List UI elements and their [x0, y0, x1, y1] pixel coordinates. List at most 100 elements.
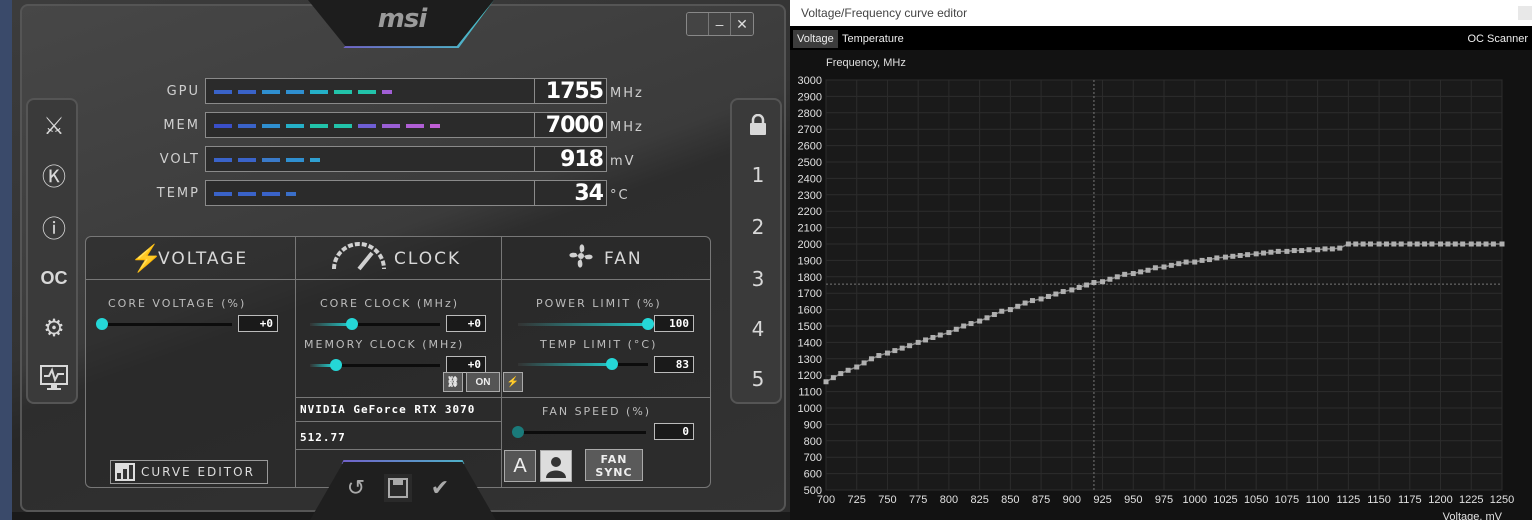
- apply-icon[interactable]: ✔: [426, 474, 454, 502]
- vf-curve-point: [1452, 241, 1458, 247]
- core-voltage-slider[interactable]: [102, 323, 232, 326]
- power-limit-knob[interactable]: [642, 318, 654, 330]
- x-tick-label: 900: [1063, 494, 1081, 506]
- core-clock-knob[interactable]: [346, 318, 358, 330]
- tab-temperature[interactable]: Temperature: [838, 30, 908, 48]
- vf-curve-point: [1176, 261, 1182, 267]
- vf-curve-point: [845, 367, 851, 373]
- kombustor-icon[interactable]: ⚔: [36, 108, 72, 144]
- monitor-value: 1755: [535, 78, 607, 104]
- left-sidebar: ⚔ Ⓚ ⓘ OC ⚙: [26, 98, 78, 404]
- close-button[interactable]: [1518, 6, 1532, 20]
- y-tick-label: 2100: [798, 223, 822, 235]
- y-tick-label: 2200: [798, 206, 822, 218]
- vf-curve-point: [915, 339, 921, 345]
- info-icon[interactable]: ⓘ: [36, 208, 72, 244]
- vf-curve-point: [823, 379, 829, 385]
- vf-curve-point: [892, 348, 898, 354]
- link-icon[interactable]: ⛓: [443, 372, 463, 392]
- vf-curve-point: [937, 332, 943, 338]
- lock-icon[interactable]: [738, 108, 778, 142]
- y-tick-label: 1800: [798, 272, 822, 284]
- tab-voltage[interactable]: Voltage: [793, 30, 838, 48]
- save-icon[interactable]: [384, 474, 412, 502]
- power-limit-slider[interactable]: [518, 323, 652, 326]
- vf-curve-point: [1468, 241, 1474, 247]
- vf-curve-point: [953, 326, 959, 332]
- fan-sync-line2: SYNC: [595, 466, 633, 479]
- monitor-segment: [382, 124, 400, 128]
- k-boost-icon[interactable]: Ⓚ: [36, 156, 72, 192]
- core-voltage-knob[interactable]: [96, 318, 108, 330]
- vf-curve-chart[interactable]: 5006007008009001000110012001300140015001…: [790, 50, 1532, 520]
- temp-limit-slider[interactable]: [614, 363, 648, 366]
- afterburner-window: msi – ✕ ⚔ Ⓚ ⓘ OC ⚙ 1 2 3 4 5 GPU 1755 MH…: [12, 0, 790, 520]
- speedometer-icon: [330, 241, 388, 278]
- user-fan-icon[interactable]: [540, 450, 572, 482]
- profile-5-button[interactable]: 5: [738, 362, 778, 396]
- fan-sync-button[interactable]: FAN SYNC: [585, 449, 643, 481]
- fan-sync-line1: FAN: [600, 453, 628, 466]
- link-on-toggle[interactable]: ON: [466, 372, 500, 392]
- vf-curve-point: [1199, 257, 1205, 263]
- vf-curve-point: [1091, 280, 1097, 286]
- monitoring-icon[interactable]: [36, 360, 72, 396]
- vf-curve-point: [1084, 282, 1090, 288]
- settings-gear-icon[interactable]: ⚙: [36, 310, 72, 346]
- tab-oc-scanner[interactable]: OC Scanner: [1463, 30, 1532, 48]
- monitor-segment: [358, 124, 376, 128]
- y-tick-label: 1000: [798, 403, 822, 415]
- profile-3-button[interactable]: 3: [738, 262, 778, 296]
- vf-curve-point: [1130, 271, 1136, 277]
- core-clock-input[interactable]: +0: [446, 315, 486, 332]
- curve-editor-icon: [115, 463, 135, 481]
- y-tick-label: 2700: [798, 124, 822, 136]
- fan-speed-slider[interactable]: [518, 431, 646, 434]
- memory-clock-input[interactable]: +0: [446, 356, 486, 373]
- vf-curve-point: [1183, 259, 1189, 265]
- y-tick-label: 2600: [798, 141, 822, 153]
- fan-speed-label: FAN SPEED (%): [542, 405, 652, 418]
- x-tick-label: 975: [1155, 494, 1173, 506]
- monitor-unit: MHz: [610, 86, 644, 101]
- profile-2-button[interactable]: 2: [738, 210, 778, 244]
- memory-clock-knob[interactable]: [330, 359, 342, 371]
- memory-clock-label: MEMORY CLOCK (MHz): [304, 338, 465, 351]
- core-clock-slider[interactable]: [350, 323, 440, 326]
- fan-auto-button[interactable]: A: [504, 450, 536, 482]
- close-button[interactable]: ✕: [731, 13, 753, 35]
- oc-scanner-icon[interactable]: OC: [36, 260, 72, 296]
- lightning-small-icon[interactable]: ⚡: [503, 372, 523, 392]
- monitor-segment: [286, 192, 296, 196]
- vf-curve-point: [1245, 252, 1251, 258]
- memory-clock-slider[interactable]: [332, 364, 440, 367]
- vf-curve-point: [1476, 241, 1482, 247]
- temp-limit-input[interactable]: 83: [654, 356, 694, 373]
- fan-title: FAN: [604, 249, 643, 269]
- profile-1-button[interactable]: 1: [738, 158, 778, 192]
- curve-editor-button[interactable]: CURVE EDITOR: [110, 460, 268, 484]
- fan-speed-input[interactable]: 0: [654, 423, 694, 440]
- y-tick-label: 2800: [798, 108, 822, 120]
- minimize-button[interactable]: –: [709, 13, 731, 35]
- vf-curve-point: [1414, 241, 1420, 247]
- x-tick-label: 775: [909, 494, 927, 506]
- windows-icon[interactable]: [687, 13, 709, 35]
- power-limit-label: POWER LIMIT (%): [536, 297, 662, 310]
- monitor-value: 918: [535, 146, 607, 172]
- power-limit-input[interactable]: 100: [654, 315, 694, 332]
- vf-curve-point: [1045, 293, 1051, 299]
- reset-icon[interactable]: ↺: [342, 474, 370, 502]
- vf-curve-point: [1237, 252, 1243, 258]
- vf-curve-point: [1192, 259, 1198, 265]
- profile-4-button[interactable]: 4: [738, 312, 778, 346]
- core-voltage-input[interactable]: +0: [238, 315, 278, 332]
- fan-icon: [566, 241, 596, 278]
- fan-speed-knob[interactable]: [512, 426, 524, 438]
- temp-limit-knob[interactable]: [606, 358, 618, 370]
- vf-curve-point: [854, 364, 860, 370]
- y-axis-label: Frequency, MHz: [826, 57, 906, 69]
- x-tick-label: 875: [1032, 494, 1050, 506]
- monitor-segment: [286, 90, 304, 94]
- vf-curve-point: [1138, 269, 1144, 275]
